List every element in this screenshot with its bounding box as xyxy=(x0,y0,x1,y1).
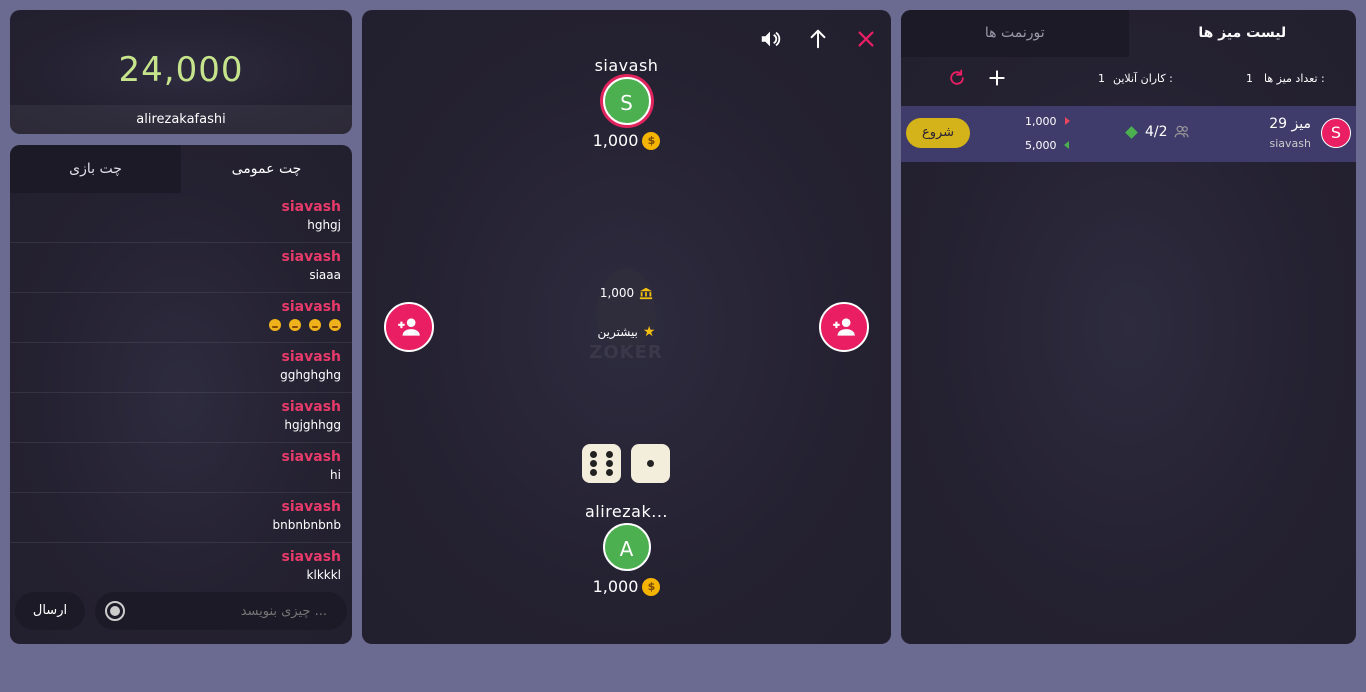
chat-messages[interactable]: siavash hghgj siavash siaaa siavash siav… xyxy=(10,193,352,585)
message-text: hghgj xyxy=(307,218,341,232)
die-one xyxy=(631,444,670,483)
player-name: alirezak... xyxy=(585,502,668,521)
arrow-right-icon xyxy=(1065,117,1070,125)
online-users-label: کاران آنلاین : xyxy=(1113,72,1173,85)
chat-message: siavash hghgj xyxy=(10,193,352,243)
message-sender: siavash xyxy=(281,449,341,465)
message-sender: siavash xyxy=(281,299,341,315)
max-label-row: بیشترین ★ xyxy=(362,324,891,340)
chat-input[interactable] xyxy=(95,592,347,630)
avatar: A xyxy=(602,523,651,571)
online-users-count: 1 xyxy=(1098,72,1105,85)
max-label: بیشترین xyxy=(597,325,638,339)
message-text: gghghghg xyxy=(280,368,341,382)
message-text: bnbnbnbnb xyxy=(272,518,341,532)
chat-message: siavash siaaa xyxy=(10,243,352,293)
tables-stats: 1 کاران آنلاین : 1 تعداد میز ها : xyxy=(901,58,1356,106)
message-sender: siavash xyxy=(281,499,341,515)
angry-emoji-icon xyxy=(329,319,341,331)
add-table-icon[interactable] xyxy=(987,68,1007,88)
tab-tournaments[interactable]: تورنمت ها xyxy=(901,10,1129,57)
table-row[interactable]: شروع 1,000 5,000 4/2 میز 29 siavash S xyxy=(901,106,1356,162)
chat-tabs: چت بازی چت عمومی xyxy=(10,145,352,193)
refresh-icon[interactable] xyxy=(947,68,967,88)
message-text: hi xyxy=(330,468,341,482)
table-name: میز 29 xyxy=(1269,116,1311,132)
users-icon xyxy=(1174,125,1189,138)
chat-message: siavash xyxy=(10,293,352,343)
diamond-icon xyxy=(1125,126,1138,139)
table-owner: siavash xyxy=(1269,137,1311,150)
message-sender: siavash xyxy=(281,249,341,265)
pot-amount: 1,000 xyxy=(362,286,891,300)
player-name: siavash xyxy=(594,56,659,75)
start-button[interactable]: شروع xyxy=(906,118,970,148)
player-balance: 1,000 $ xyxy=(362,577,891,596)
tables-count-label: تعداد میز ها : xyxy=(1264,72,1325,85)
pot-value: 1,000 xyxy=(599,286,635,300)
tab-public-chat[interactable]: چت عمومی xyxy=(181,145,352,193)
emoji-picker-icon[interactable] xyxy=(105,601,125,621)
bottom-player: alirezak... A 1,000 $ xyxy=(362,502,891,596)
game-toolbar xyxy=(759,28,877,50)
angry-emoji-icon xyxy=(289,319,301,331)
volume-icon[interactable] xyxy=(759,28,781,50)
tables-tabs: تورنمت ها لیست میز ها xyxy=(901,10,1356,57)
message-text: klkkkl xyxy=(306,568,341,582)
top-player: siavash S 1,000 $ xyxy=(362,56,891,150)
angry-emoji-icon xyxy=(269,319,281,331)
message-text: siaaa xyxy=(309,268,341,282)
tables-panel: تورنمت ها لیست میز ها 1 کاران آنلاین : 1… xyxy=(901,10,1356,644)
close-icon[interactable] xyxy=(855,28,877,50)
arrow-left-icon xyxy=(1064,141,1069,149)
message-sender: siavash xyxy=(281,399,341,415)
avatar: S xyxy=(602,77,651,125)
chat-message: siavash hgjghhgg xyxy=(10,393,352,443)
balance-panel: 24,000 alirezakafashi xyxy=(10,10,352,134)
star-icon: ★ xyxy=(642,324,656,340)
tab-game-chat[interactable]: چت بازی xyxy=(10,145,181,193)
tab-tables-list[interactable]: لیست میز ها xyxy=(1129,10,1357,57)
chat-input-row: ارسال xyxy=(10,585,352,644)
send-button[interactable]: ارسال xyxy=(15,592,85,630)
game-table-panel: siavash S 1,000 $ ZOKER 1,000 بیشترین ★ … xyxy=(362,10,891,644)
player-balance-value: 1,000 xyxy=(592,577,639,596)
min-bet: 1,000 xyxy=(1025,115,1057,128)
coin-icon: $ xyxy=(642,131,661,150)
chat-message: siavash bnbnbnbnb xyxy=(10,493,352,543)
message-emojis xyxy=(10,315,341,331)
dice xyxy=(582,444,670,483)
arrow-up-icon[interactable] xyxy=(807,28,829,50)
chat-panel: چت بازی چت عمومی siavash hghgj siavash s… xyxy=(10,145,352,644)
chat-message: siavash hi xyxy=(10,443,352,493)
angry-emoji-icon xyxy=(309,319,321,331)
message-text: hgjghhgg xyxy=(284,418,341,432)
tables-count: 1 xyxy=(1246,72,1253,85)
player-balance: 1,000 $ xyxy=(362,131,891,150)
chat-message: siavash gghghghg xyxy=(10,343,352,393)
coin-icon: $ xyxy=(642,577,661,596)
message-sender: siavash xyxy=(281,549,341,565)
die-six xyxy=(582,444,621,483)
chat-message: siavash klkkkl xyxy=(10,543,352,585)
message-sender: siavash xyxy=(281,199,341,215)
max-bet: 5,000 xyxy=(1025,139,1057,152)
bank-icon xyxy=(640,287,653,300)
avatar: S xyxy=(1321,118,1351,148)
username-label: alirezakafashi xyxy=(10,105,352,134)
balance-amount: 24,000 xyxy=(118,50,244,90)
player-balance-value: 1,000 xyxy=(592,131,639,150)
message-sender: siavash xyxy=(281,349,341,365)
players-count: 4/2 xyxy=(1145,124,1168,140)
logo-text: ZOKER xyxy=(589,342,663,363)
